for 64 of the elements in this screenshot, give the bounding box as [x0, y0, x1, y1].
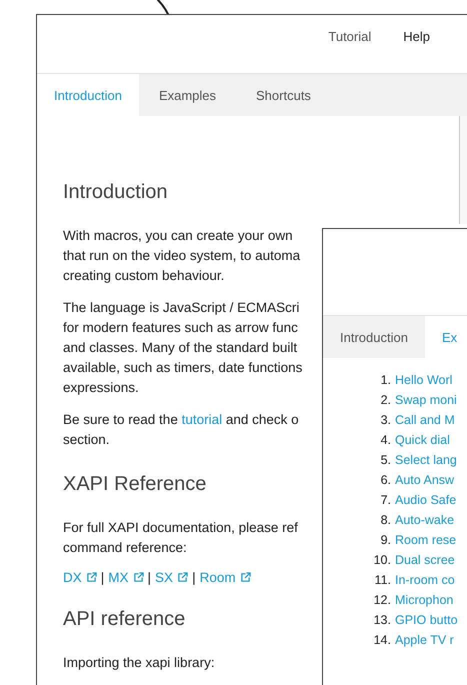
scrollbar[interactable]: [459, 116, 467, 224]
list-number: 3.: [380, 412, 391, 429]
example-link[interactable]: GPIO butto: [395, 610, 458, 630]
paragraph-line: Be sure to read the tutorial and check o: [63, 411, 299, 429]
list-number: 14.: [372, 632, 391, 649]
list-number: 11.: [374, 572, 391, 589]
example-link[interactable]: Dual scree: [395, 550, 455, 570]
paragraph-line: available, such as timers, date functions: [63, 359, 302, 377]
list-number: 10.: [372, 552, 391, 569]
reference-link[interactable]: MX: [108, 570, 144, 585]
external-link-icon: [177, 572, 188, 583]
list-number: 9.: [380, 532, 391, 549]
example-link[interactable]: Auto Answ: [395, 470, 454, 490]
list-number: 7.: [380, 492, 391, 509]
reference-link[interactable]: SX: [155, 570, 188, 585]
tab[interactable]: Examples: [138, 74, 236, 116]
list-number: 8.: [380, 512, 391, 529]
list-number: 2.: [380, 392, 391, 409]
reference-link[interactable]: Room: [200, 570, 251, 585]
separator: |: [192, 570, 196, 585]
list-number: 4.: [380, 432, 391, 449]
example-link[interactable]: Quick dial: [395, 430, 450, 450]
separator: |: [100, 570, 104, 585]
example-link[interactable]: Room rese: [395, 530, 456, 550]
paragraph-line: With macros, you can create your own: [63, 227, 293, 245]
example-link[interactable]: Select lang: [395, 450, 457, 470]
example-link[interactable]: Swap moni: [395, 390, 457, 410]
nav-link[interactable]: Help: [403, 29, 430, 73]
tutorial-link[interactable]: tutorial: [182, 412, 222, 427]
paragraph-line: that run on the video system, to automa: [63, 247, 300, 265]
section-heading: API reference: [63, 607, 186, 631]
paragraph-line: for modern features such as arrow func: [63, 319, 298, 337]
tab[interactable]: Ex: [424, 316, 467, 358]
example-link[interactable]: Hello Worl: [395, 370, 452, 390]
paragraph-line: The language is JavaScript / ECMAScri: [63, 299, 300, 317]
paragraph-line: section.: [63, 431, 110, 449]
example-link[interactable]: Auto-wake: [395, 510, 454, 530]
external-link-icon: [132, 572, 144, 583]
paragraph-line: Importing the xapi library:: [63, 654, 215, 672]
example-link[interactable]: In-room co: [395, 570, 455, 590]
paragraph-line: and classes. Many of the standard built: [63, 339, 298, 357]
external-link-icon: [86, 572, 97, 583]
paragraph-line: creating custom behaviour.: [63, 267, 224, 285]
list-number: 6.: [380, 472, 391, 489]
list-number: 1.: [380, 372, 391, 389]
paragraph-line: command reference:: [63, 539, 187, 557]
list-number: 13.: [372, 612, 391, 629]
list-number: 12.: [372, 592, 391, 609]
paragraph-line: For full XAPI documentation, please ref: [63, 519, 298, 537]
tab[interactable]: Introduction: [323, 316, 425, 358]
paragraph-line: expressions.: [63, 379, 139, 397]
reference-link[interactable]: DX: [63, 570, 97, 585]
external-link-icon: [240, 572, 251, 583]
tab[interactable]: Introduction: [37, 74, 139, 116]
example-link[interactable]: Apple TV r: [395, 630, 454, 650]
example-link[interactable]: Microphon: [395, 590, 454, 610]
example-link[interactable]: Audio Safe: [395, 490, 456, 510]
section-heading: Introduction: [63, 180, 168, 204]
section-heading: XAPI Reference: [63, 472, 206, 496]
separator: |: [148, 570, 152, 585]
list-number: 5.: [380, 452, 391, 469]
nav-link[interactable]: Tutorial: [328, 29, 372, 73]
example-link[interactable]: Call and M: [395, 410, 455, 430]
tab[interactable]: Shortcuts: [236, 74, 331, 116]
